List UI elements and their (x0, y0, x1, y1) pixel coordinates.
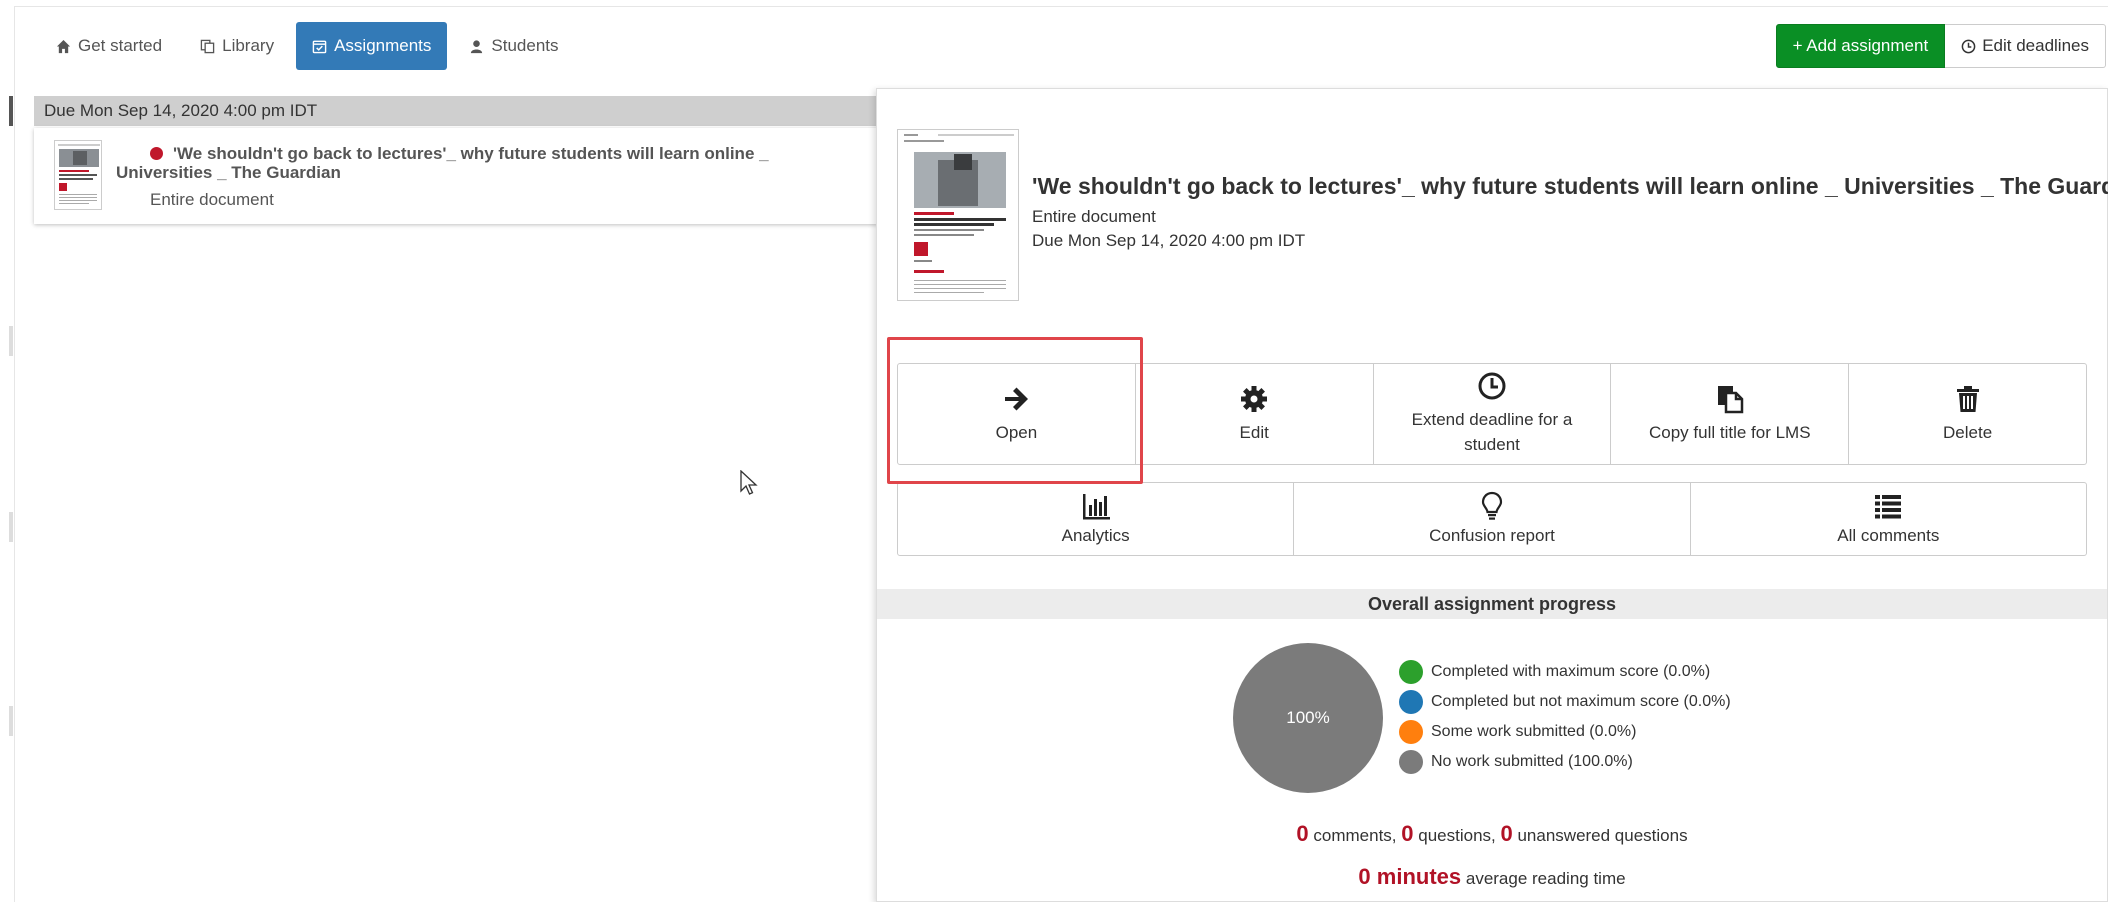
legend-label: Completed but not maximum score (0.0%) (1431, 693, 1731, 710)
all-comments-button[interactable]: All comments (1691, 483, 2086, 555)
clock-icon (1478, 372, 1506, 400)
comments-label: comments, (1313, 826, 1397, 845)
progress-legend: Completed with maximum score (0.0%) Comp… (1399, 657, 1731, 777)
clock-icon (1961, 39, 1976, 53)
assignment-actions: Open Edit Extend deadline for a student … (897, 363, 2087, 465)
left-edge-mark (9, 326, 13, 356)
bar-chart-icon (1082, 493, 1110, 519)
left-edge-mark (9, 512, 13, 542)
assignment-title[interactable]: 'We shouldn't go back to lectures'_ why … (116, 144, 769, 182)
legend-dot (1399, 690, 1423, 714)
tab-students[interactable]: Students (453, 22, 574, 70)
tab-library[interactable]: Library (184, 22, 290, 70)
document-thumbnail (54, 140, 102, 210)
legend-label: Completed with maximum score (0.0%) (1431, 663, 1711, 680)
progress-header: Overall assignment progress (877, 589, 2107, 619)
top-actions: + Add assignment Edit deadlines (1775, 24, 2106, 68)
trash-icon (1956, 385, 1979, 412)
reading-time-stats: 0 minutes average reading time (877, 864, 2107, 890)
assignment-title-row: 'We shouldn't go back to lectures'_ why … (116, 144, 856, 182)
assignment-detail-due: Due Mon Sep 14, 2020 4:00 pm IDT (1032, 231, 1306, 250)
user-icon (471, 39, 483, 53)
comments-count: 0 (1296, 821, 1309, 846)
action-label: Confusion report (1429, 525, 1555, 545)
status-dot (150, 147, 163, 160)
list-icon (1875, 494, 1902, 518)
legend-item: Some work submitted (0.0%) (1399, 717, 1731, 747)
left-edge-mark (9, 706, 13, 736)
unanswered-label: unanswered questions (1517, 826, 1688, 845)
tab-get-started[interactable]: Get started (40, 22, 178, 70)
tab-label: Get started (78, 36, 163, 55)
questions-label: questions, (1418, 826, 1496, 845)
calendar-check-icon (312, 40, 327, 53)
lightbulb-icon (1481, 491, 1503, 520)
tab-label: Students (491, 36, 559, 55)
delete-button[interactable]: Delete (1849, 364, 2086, 464)
action-label: All comments (1837, 525, 1940, 545)
questions-count: 0 (1401, 821, 1414, 846)
main-nav: Get started Library Assignments Students (40, 22, 575, 70)
due-group-header: Due Mon Sep 14, 2020 4:00 pm IDT (34, 96, 878, 126)
open-button[interactable]: Open (898, 364, 1136, 464)
action-label: Edit (1239, 422, 1269, 442)
assignment-scope: Entire document (150, 190, 274, 209)
tab-label: Assignments (334, 36, 432, 55)
action-label: Open (995, 422, 1038, 442)
home-icon (56, 39, 71, 53)
legend-label: No work submitted (100.0%) (1431, 753, 1633, 770)
add-assignment-button[interactable]: + Add assignment (1775, 24, 1946, 68)
assignment-detail-panel: 'We shouldn't go back to lectures'_ why … (876, 88, 2108, 902)
assignment-reports: Analytics Confusion report All comments (897, 482, 2087, 556)
legend-dot (1399, 660, 1423, 684)
copy-file-icon (1717, 385, 1744, 413)
legend-dot (1399, 720, 1423, 744)
tab-assignments[interactable]: Assignments (296, 22, 448, 70)
reading-time-value: 0 minutes (1358, 864, 1462, 889)
action-label: Extend deadline for a student (1411, 410, 1573, 454)
add-assignment-label: + Add assignment (1792, 36, 1929, 55)
arrow-right-icon (1005, 387, 1029, 410)
action-label: Copy full title for LMS (1649, 422, 1811, 442)
copy-icon (200, 39, 215, 53)
unanswered-count: 0 (1500, 821, 1513, 846)
confusion-report-button[interactable]: Confusion report (1294, 483, 1691, 555)
legend-dot (1399, 750, 1423, 774)
edit-deadlines-label: Edit deadlines (1982, 36, 2089, 55)
due-group-mark (9, 96, 13, 126)
comment-stats: 0 comments, 0 questions, 0 unanswered qu… (877, 821, 2107, 847)
progress-pie-chart: 100% (1233, 643, 1383, 793)
assignment-detail-title: 'We shouldn't go back to lectures'_ why … (1032, 173, 2108, 199)
pie-label: 100% (1286, 708, 1330, 727)
tab-label: Library (222, 36, 275, 55)
copy-title-button[interactable]: Copy full title for LMS (1611, 364, 1850, 464)
edit-button[interactable]: Edit (1136, 364, 1374, 464)
action-label: Analytics (1061, 525, 1130, 545)
assignment-card[interactable]: 'We shouldn't go back to lectures'_ why … (34, 128, 878, 224)
action-label: Delete (1943, 422, 1993, 442)
legend-item: No work submitted (100.0%) (1399, 747, 1731, 777)
analytics-button[interactable]: Analytics (898, 483, 1295, 555)
edit-deadlines-button[interactable]: Edit deadlines (1945, 24, 2106, 68)
document-thumbnail-large (897, 129, 1019, 301)
assignment-detail-scope: Entire document (1032, 207, 1156, 226)
mouse-cursor-icon (740, 470, 758, 495)
reading-time-label: average reading time (1465, 869, 1626, 888)
legend-item: Completed with maximum score (0.0%) (1399, 657, 1731, 687)
gear-icon (1241, 385, 1268, 412)
extend-deadline-button[interactable]: Extend deadline for a student (1374, 364, 1612, 464)
legend-item: Completed but not maximum score (0.0%) (1399, 687, 1731, 717)
legend-label: Some work submitted (0.0%) (1431, 723, 1637, 740)
